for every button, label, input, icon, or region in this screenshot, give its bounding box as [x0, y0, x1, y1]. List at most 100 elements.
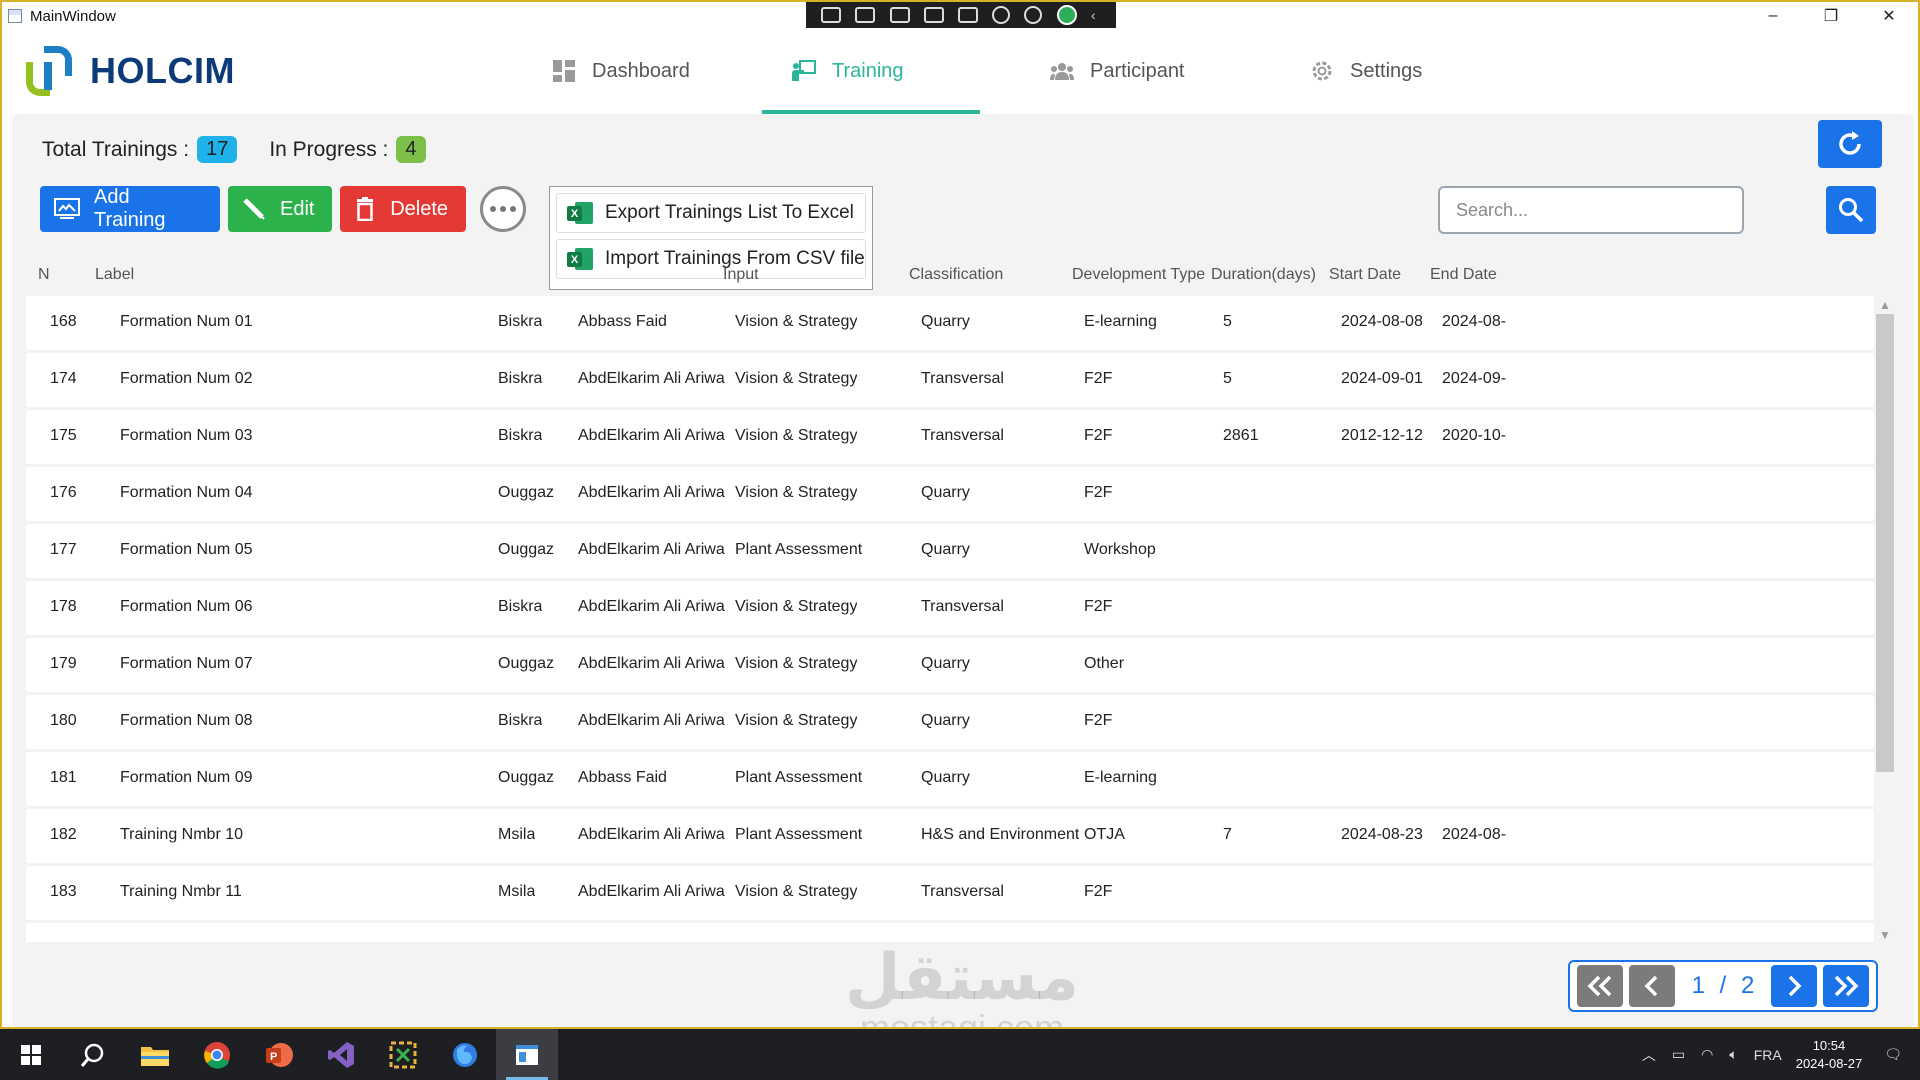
scrollbar-thumb[interactable]: [1876, 314, 1894, 772]
notifications-icon[interactable]: 🗨︎: [1884, 1046, 1902, 1063]
cell-trainer: AbdElkarim Ali Ariwa: [578, 541, 725, 558]
record-video-icon[interactable]: [855, 7, 876, 23]
scroll-up-icon[interactable]: ▲: [1878, 298, 1892, 312]
total-trainings-badge: 17: [197, 136, 238, 163]
refresh-button[interactable]: [1818, 120, 1882, 168]
table-row[interactable]: 174 Formation Num 02 Biskra AbdElkarim Ali …: [26, 353, 1874, 407]
table-row[interactable]: 179 Formation Num 07 Ouggaz AbdElkarim Ali …: [26, 638, 1874, 692]
add-training-button[interactable]: Add Training: [40, 186, 220, 232]
next-page-button[interactable]: [1771, 965, 1817, 1007]
start-button[interactable]: [0, 1029, 62, 1080]
snipping-tool-button[interactable]: [372, 1029, 434, 1080]
previous-page-button[interactable]: [1629, 965, 1675, 1007]
export-excel-menu-item[interactable]: X Export Trainings List To Excel: [556, 193, 866, 233]
main-window-taskbar-button[interactable]: [496, 1029, 558, 1080]
tab-settings[interactable]: Settings: [1230, 30, 1470, 112]
table-row[interactable]: 177 Formation Num 05 Ouggaz AbdElkarim Ali …: [26, 524, 1874, 578]
double-chevron-right-icon: [1834, 975, 1859, 997]
powerpoint-button[interactable]: P: [248, 1029, 310, 1080]
visual-studio-button[interactable]: [310, 1029, 372, 1080]
audio-off-icon[interactable]: [992, 6, 1011, 24]
edit-button[interactable]: Edit: [228, 186, 332, 232]
clock[interactable]: 10:54 2024-08-27: [1796, 1037, 1863, 1073]
cell-label: Formation Num 08: [120, 712, 253, 729]
tab-training[interactable]: Training: [762, 30, 980, 114]
battery-icon[interactable]: ▭: [1672, 1046, 1685, 1063]
scroll-down-icon[interactable]: ▼: [1878, 928, 1892, 942]
delete-button[interactable]: Delete: [340, 186, 466, 232]
cell-input: Vision & Strategy: [735, 883, 858, 900]
cell-site: Biskra: [498, 598, 543, 615]
column-header-label[interactable]: Label: [95, 266, 134, 284]
cell-n: 168: [50, 313, 77, 330]
chrome-icon: [204, 1041, 230, 1069]
column-header-classification[interactable]: Classification: [909, 266, 1003, 284]
cell-trainer: AbdElkarim Ali Ariwa: [578, 484, 725, 501]
volume-icon[interactable]: 🔈︎: [1729, 1046, 1737, 1063]
cell-input: Vision & Strategy: [735, 427, 858, 444]
screenshot-icon[interactable]: [821, 7, 842, 23]
visual-studio-icon: [328, 1041, 354, 1068]
more-options-button[interactable]: [480, 186, 526, 232]
table-row[interactable]: 176 Formation Num 04 Ouggaz AbdElkarim Ali …: [26, 467, 1874, 521]
browser-button[interactable]: [434, 1029, 496, 1080]
table-row[interactable]: 181 Formation Num 09 Ouggaz Abbass Faid Plan…: [26, 752, 1874, 806]
wifi-icon[interactable]: ◠: [1701, 1046, 1713, 1063]
column-header-n[interactable]: N: [38, 266, 50, 284]
last-page-button[interactable]: [1823, 965, 1869, 1007]
table-row[interactable]: 180 Formation Num 08 Biskra AbdElkarim Ali …: [26, 695, 1874, 749]
cell-trainer: AbdElkarim Ali Ariwa: [578, 598, 725, 615]
search-input[interactable]: [1456, 199, 1742, 221]
table-row[interactable]: 182 Training Nmbr 10 Msila AbdElkarim Ali A…: [26, 809, 1874, 863]
cell-label: Formation Num 04: [120, 484, 253, 501]
table-row[interactable]: 178 Formation Num 06 Biskra AbdElkarim Ali …: [26, 581, 1874, 635]
cell-duration: 5: [1223, 370, 1232, 387]
tab-participant[interactable]: Participant: [980, 30, 1230, 112]
pointer-icon[interactable]: [889, 7, 910, 23]
add-training-label: Add Training: [94, 186, 166, 231]
chrome-button[interactable]: [186, 1029, 248, 1080]
search-field[interactable]: [1438, 186, 1744, 234]
cell-start-date: 2024-08-23: [1341, 826, 1423, 843]
check-icon[interactable]: [1056, 5, 1077, 25]
cell-development-type: E-learning: [1084, 769, 1157, 786]
brand-logo: HOLCIM: [26, 46, 235, 96]
file-explorer-button[interactable]: [124, 1029, 186, 1080]
language-indicator[interactable]: FRA: [1754, 1047, 1782, 1063]
column-header-development-type[interactable]: Development Type: [1072, 266, 1205, 284]
holcim-logo-icon: [26, 46, 74, 96]
system-tray: ︿ ▭ ◠ 🔈︎ FRA 10:54 2024-08-27 🗨︎: [1634, 1029, 1920, 1080]
total-pages: 2: [1741, 972, 1755, 999]
accessibility-icon[interactable]: [1024, 6, 1043, 24]
close-button[interactable]: ✕: [1860, 2, 1918, 30]
first-page-button[interactable]: [1577, 965, 1623, 1007]
table-row[interactable]: 175 Formation Num 03 Biskra AbdElkarim Ali …: [26, 410, 1874, 464]
taskbar-search-button[interactable]: [62, 1029, 124, 1080]
cell-label: Formation Num 03: [120, 427, 253, 444]
maximize-button[interactable]: ❐: [1802, 2, 1860, 30]
table-row[interactable]: 168 Formation Num 01 Biskra Abbass Faid Visi…: [26, 296, 1874, 350]
cell-site: Msila: [498, 883, 536, 900]
cell-label: Formation Num 01: [120, 313, 253, 330]
column-header-input[interactable]: Input: [723, 266, 759, 284]
column-header-duration[interactable]: Duration(days): [1211, 266, 1316, 284]
cell-development-type: F2F: [1084, 427, 1113, 444]
cell-development-type: F2F: [1084, 598, 1113, 615]
region-select-icon[interactable]: [923, 7, 944, 23]
table-row[interactable]: [26, 923, 1874, 942]
cell-development-type: OTJA: [1084, 826, 1125, 843]
window-select-icon[interactable]: [957, 7, 978, 23]
cell-n: 179: [50, 655, 77, 672]
cell-n: 182: [50, 826, 77, 843]
cell-label: Training Nmbr 10: [120, 826, 244, 843]
table-scrollbar[interactable]: ▲ ▼: [1874, 298, 1896, 944]
column-header-end-date[interactable]: End Date: [1430, 266, 1497, 284]
search-button[interactable]: [1826, 186, 1876, 234]
column-header-start-date[interactable]: Start Date: [1329, 266, 1401, 284]
minimize-button[interactable]: –: [1744, 2, 1802, 30]
tab-dashboard[interactable]: Dashboard: [522, 30, 762, 112]
show-hidden-icons-icon[interactable]: ︿: [1642, 1045, 1656, 1065]
collapse-chevron-icon[interactable]: ‹: [1091, 7, 1101, 23]
table-row[interactable]: 183 Training Nmbr 11 Msila AbdElkarim Ali A…: [26, 866, 1874, 920]
cell-label: Formation Num 02: [120, 370, 253, 387]
